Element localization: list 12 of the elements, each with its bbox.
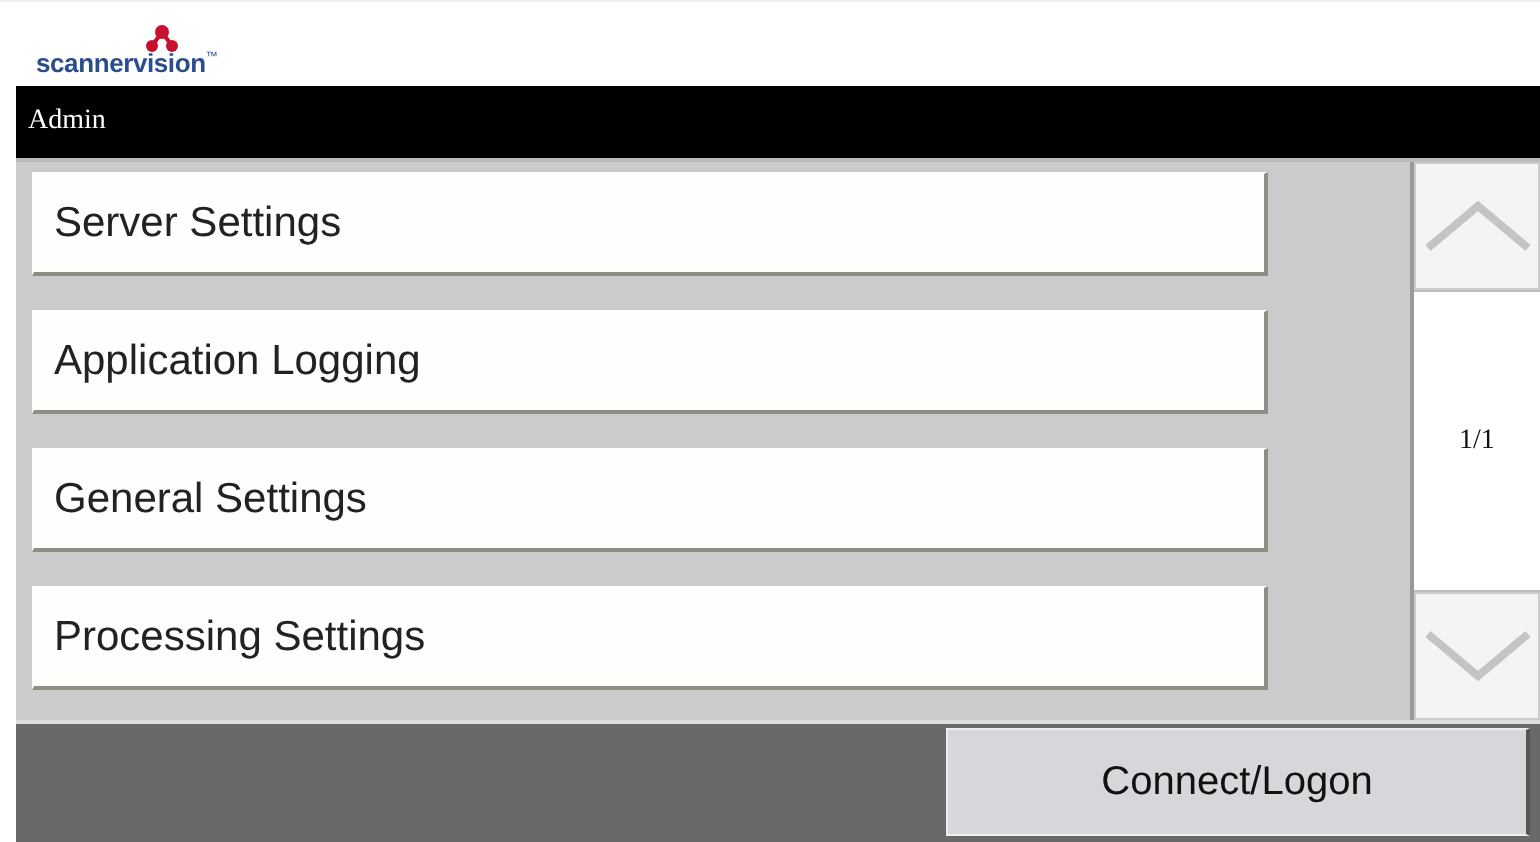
chevron-down-icon xyxy=(1423,630,1531,682)
menu-button[interactable]: Processing Settings xyxy=(32,586,1268,690)
page-up-button[interactable] xyxy=(1414,162,1540,290)
logo-dots-icon xyxy=(146,24,178,52)
chevron-up-icon xyxy=(1423,200,1531,252)
menu-button[interactable]: General Settings xyxy=(32,448,1268,552)
menu-button[interactable]: Application Logging xyxy=(32,310,1268,414)
page-title: Admin xyxy=(28,106,106,138)
menu-button[interactable]: Server Settings xyxy=(32,172,1268,276)
logo-text: scannervision xyxy=(36,48,206,78)
connect-logon-button[interactable]: Connect/Logon xyxy=(946,728,1530,836)
page-down-button[interactable] xyxy=(1414,592,1540,720)
